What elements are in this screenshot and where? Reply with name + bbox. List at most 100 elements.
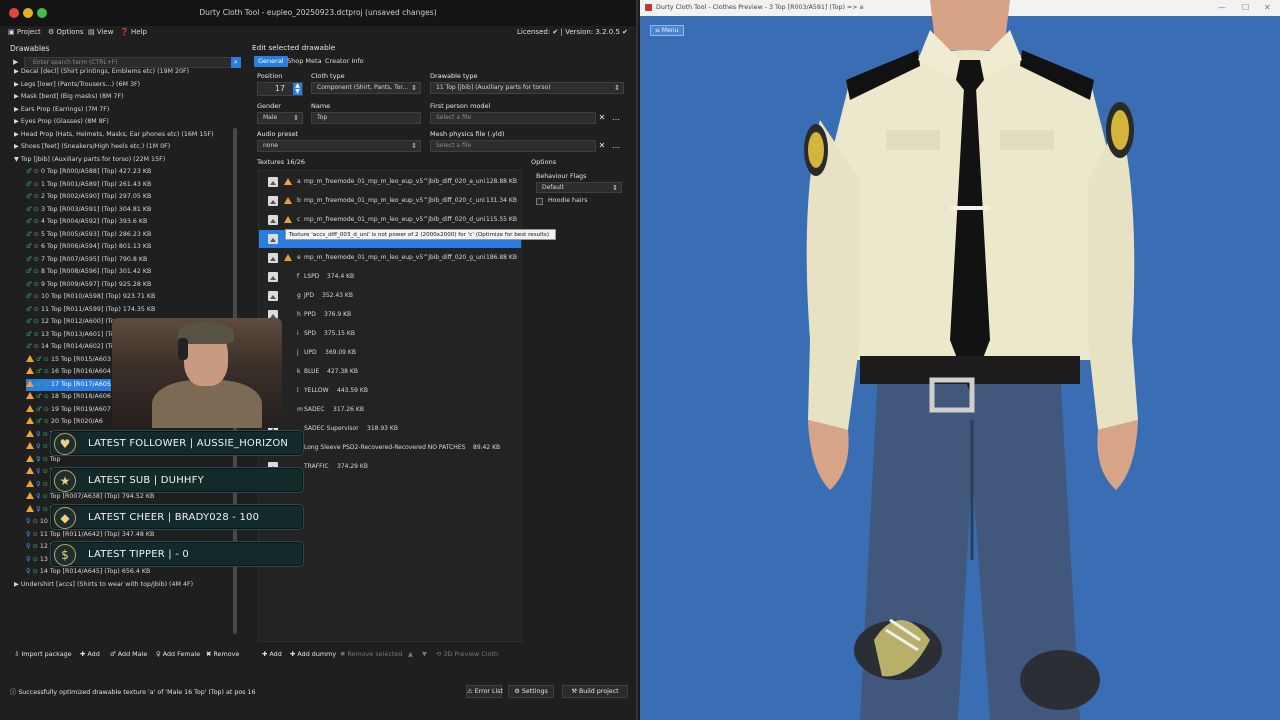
import-package-button[interactable]: ⇩ Import package bbox=[14, 650, 72, 658]
hoodie-hairs-checkbox[interactable] bbox=[536, 198, 543, 205]
chevron-right-icon[interactable]: ▶ bbox=[14, 93, 21, 100]
stepper-arrows-icon[interactable]: ▲ ▼ bbox=[293, 83, 302, 95]
component-icon: ⊙ bbox=[43, 368, 49, 375]
add-female-button[interactable]: ♀ Add Female bbox=[156, 650, 200, 658]
chevron-right-icon[interactable]: ▶ bbox=[14, 81, 21, 88]
texture-row[interactable]: j UPD 369.09 KB bbox=[259, 344, 521, 362]
chevron-down-icon[interactable]: ▼ bbox=[14, 156, 21, 163]
cloth-type-select[interactable]: Component (Shirt, Pants, Tor... bbox=[311, 82, 421, 94]
first-person-file-field[interactable]: Select a file bbox=[430, 112, 596, 124]
add-texture-button[interactable]: ✚ Add bbox=[262, 650, 282, 658]
tree-row[interactable]: ♂ ⊙ 18 Top [R018/A606 bbox=[26, 391, 111, 403]
texture-row[interactable]: h PPD 376.9 KB bbox=[259, 306, 521, 324]
position-stepper[interactable]: 17 ▲ ▼ bbox=[257, 82, 303, 96]
tree-row[interactable]: ♂ ⊙ 7 Top [R007/A595] (Top) 790.8 KB bbox=[26, 254, 147, 266]
behaviour-flags-select[interactable]: Default bbox=[536, 182, 622, 193]
tree-row[interactable]: ♂ ⊙ 20 Top [R020/A6 bbox=[26, 416, 103, 428]
chevron-right-icon[interactable]: ▶ bbox=[14, 106, 21, 113]
add-male-button[interactable]: ♂ Add Male bbox=[110, 650, 147, 658]
texture-size: 317.26 KB bbox=[333, 406, 364, 413]
menu-view[interactable]: ▤ View bbox=[88, 28, 113, 36]
tree-row[interactable]: ♂ ⊙ 2 Top [R002/A590] (Top) 297.05 KB bbox=[26, 191, 151, 203]
minimize-icon[interactable]: — bbox=[1218, 3, 1226, 12]
texture-row[interactable]: b mp_m_freemode_01_mp_m_leo_eup_v5^jbib_d… bbox=[259, 192, 521, 210]
texture-row[interactable]: e mp_m_freemode_01_mp_m_leo_eup_v5^jbib_d… bbox=[259, 249, 521, 267]
error-list-button[interactable]: ⚠ Error List bbox=[466, 685, 503, 698]
clear-icon[interactable]: ✕ bbox=[596, 112, 608, 124]
name-field[interactable]: Top bbox=[311, 112, 421, 124]
tree-row[interactable]: ♂ ⊙ 5 Top [R005/A593] (Top) 286.23 KB bbox=[26, 229, 151, 241]
texture-row[interactable]: g JPD 352.43 KB bbox=[259, 287, 521, 305]
tree-row[interactable]: ♂ ⊙ 17 Top [R017/A605 bbox=[26, 378, 111, 391]
chevron-right-icon[interactable]: ▶ bbox=[14, 68, 21, 75]
tree-row[interactable]: ▶ Legs [lowr] (Pants/Trousers...) (6M 3F… bbox=[14, 79, 140, 91]
build-project-button[interactable]: ⚒ Build project bbox=[562, 685, 628, 698]
tab-creator-info[interactable]: Creator Info bbox=[321, 56, 368, 67]
texture-row[interactable]: k BLUE 427.38 KB bbox=[259, 363, 521, 381]
move-up-icon[interactable]: ▲ bbox=[408, 650, 413, 658]
texture-row[interactable]: a mp_m_freemode_01_mp_m_leo_eup_v5^jbib_d… bbox=[259, 173, 521, 191]
texture-row[interactable]: m SADEC 317.26 KB bbox=[259, 401, 521, 419]
browse-icon[interactable]: … bbox=[610, 112, 622, 124]
preview-menu-button[interactable]: ≡ Menu bbox=[650, 25, 684, 36]
chevron-right-icon[interactable]: ▶ bbox=[14, 118, 21, 125]
settings-button[interactable]: ⚙ Settings bbox=[508, 685, 554, 698]
menu-project[interactable]: ▣ Project bbox=[8, 28, 41, 36]
tree-row[interactable]: ♂ ⊙ 6 Top [R006/A594] (Top) 801.13 KB bbox=[26, 241, 151, 253]
tree-row[interactable]: ♂ ⊙ 11 Top [R011/A599] (Top) 174.35 KB bbox=[26, 304, 155, 316]
menu-options[interactable]: ⚙ Options bbox=[48, 28, 84, 36]
remove-button[interactable]: ✖ Remove bbox=[206, 650, 239, 658]
tree-row[interactable]: ▶ Decal [decl] (Shirt printings, Emblems… bbox=[14, 66, 189, 78]
character-model[interactable] bbox=[790, 0, 1150, 720]
tree-row[interactable]: ♂ ⊙ 19 Top [R019/A607 bbox=[26, 404, 111, 416]
move-down-icon[interactable]: ▼ bbox=[422, 650, 427, 658]
component-icon: ⊙ bbox=[42, 505, 48, 513]
menu-help[interactable]: ❓ Help bbox=[120, 28, 147, 36]
tree-row[interactable]: ♂ ⊙ 15 Top [R015/A603 bbox=[26, 354, 111, 366]
warning-icon bbox=[26, 354, 34, 362]
texture-row[interactable]: c mp_m_freemode_01_mp_m_leo_eup_v5^jbib_d… bbox=[259, 211, 521, 229]
gender-select[interactable]: Male bbox=[257, 112, 303, 124]
tree-row[interactable]: ♂ ⊙ 4 Top [R004/A592] (Top) 393.6 KB bbox=[26, 216, 147, 228]
tree-row[interactable]: ▶ Eyes Prop (Glasses) (8M 8F) bbox=[14, 116, 109, 128]
add-dummy-button[interactable]: ✚ Add dummy bbox=[290, 650, 336, 658]
tree-row[interactable]: ▶ Ears Prop (Earrings) (7M 7F) bbox=[14, 104, 109, 116]
tree-row-label: 19 Top [R019/A607 bbox=[50, 405, 111, 413]
maximize-icon[interactable]: ☐ bbox=[1242, 3, 1249, 12]
menu-project-label: Project bbox=[16, 28, 41, 36]
chevron-right-icon[interactable]: ▶ bbox=[14, 143, 21, 150]
tree-row[interactable]: ▼ Top [jbib] (Auxiliary parts for torso)… bbox=[14, 154, 165, 166]
remove-selected-button[interactable]: ✖ Remove selected bbox=[340, 650, 402, 658]
tree-row[interactable]: ♀ ⊙ 11 Top [R011/A642] (Top) 347.48 KB bbox=[26, 529, 154, 541]
audio-preset-select[interactable]: none bbox=[257, 140, 421, 152]
male-icon: ♂ bbox=[26, 230, 32, 238]
tree-row[interactable]: ▶ Mask [berd] (Big masks) (8M 7F) bbox=[14, 91, 124, 103]
texture-letter: f bbox=[297, 273, 300, 280]
chevron-right-icon[interactable]: ▶ bbox=[14, 131, 21, 138]
male-icon: ♂ bbox=[36, 368, 42, 375]
tree-row[interactable]: ♂ ⊙ 1 Top [R001/A589] (Top) 261.43 KB bbox=[26, 179, 151, 191]
chevron-right-icon[interactable]: ▶ bbox=[13, 58, 18, 66]
drawable-type-select[interactable]: 11 Top [jbib] (Auxiliary parts for torso… bbox=[430, 82, 624, 94]
tree-row[interactable]: ▶ Head Prop (Hats, Helmets, Masks, Ear p… bbox=[14, 129, 213, 141]
tree-row[interactable]: ▶ Shoes [feet] (Sneakers/High heels etc.… bbox=[14, 141, 170, 153]
tree-row[interactable]: ♀ ⊙ 14 Top [R014/A645] (Top) 656.4 KB bbox=[26, 566, 150, 578]
texture-row[interactable]: i SPD 375.15 KB bbox=[259, 325, 521, 343]
chevron-right-icon[interactable]: ▶ bbox=[14, 581, 21, 588]
preview-3d-button[interactable]: ⟲ 3D Preview Cloth bbox=[436, 650, 498, 658]
close-icon[interactable]: ✕ bbox=[1264, 3, 1271, 12]
tree-row[interactable]: ▶ Undershirt [accs] (Shirts to wear with… bbox=[14, 579, 193, 591]
tree-row[interactable]: ♂ ⊙ 8 Top [R008/A596] (Top) 301.42 KB bbox=[26, 266, 151, 278]
tree-row[interactable]: ♂ ⊙ 16 Top [R016/A604 bbox=[26, 366, 111, 378]
mesh-physics-file-field[interactable]: Select a file bbox=[430, 140, 596, 152]
tree-row[interactable]: ♂ ⊙ 10 Top [R010/A598] (Top) 923.71 KB bbox=[26, 291, 155, 303]
add-button[interactable]: ✚ Add bbox=[80, 650, 100, 658]
texture-row[interactable]: f LSPD 374.4 KB bbox=[259, 268, 521, 286]
tree-row[interactable]: ♂ ⊙ 9 Top [R009/A597] (Top) 925.28 KB bbox=[26, 279, 151, 291]
tree-row[interactable]: ♂ ⊙ 0 Top [R000/A588] (Top) 427.23 KB bbox=[26, 166, 151, 178]
clear-icon[interactable]: ✕ bbox=[596, 140, 608, 152]
texture-row[interactable]: l YELLOW 443.59 KB bbox=[259, 382, 521, 400]
tree-row[interactable]: ♂ ⊙ 3 Top [R003/A591] (Top) 304.81 KB bbox=[26, 204, 151, 216]
browse-icon[interactable]: … bbox=[610, 140, 622, 152]
tab-shop-meta[interactable]: Shop Meta bbox=[283, 56, 326, 67]
